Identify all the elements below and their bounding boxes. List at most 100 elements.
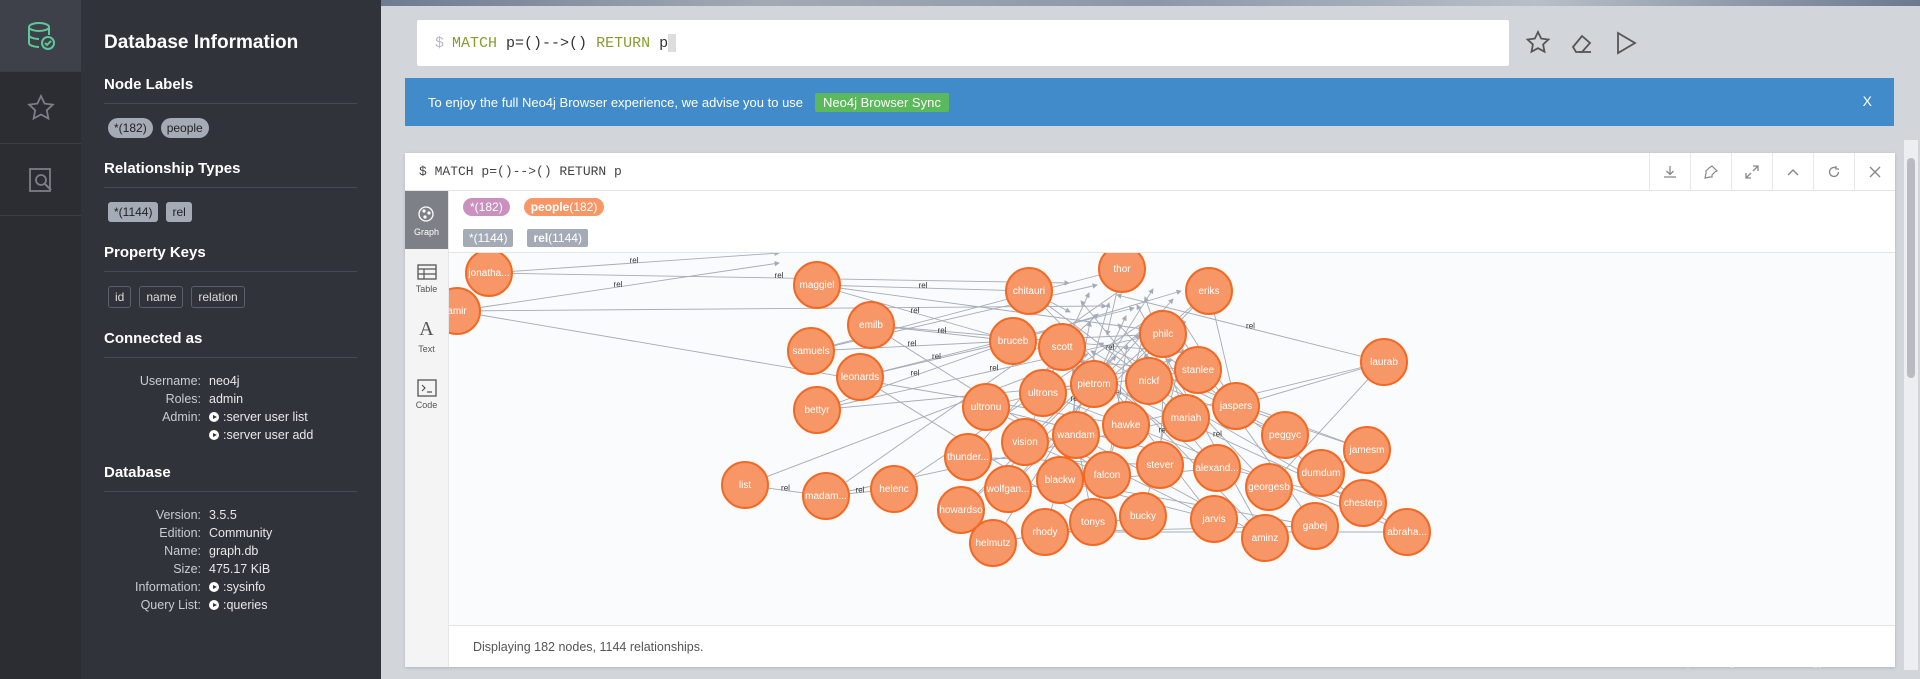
legend-label-people[interactable]: people(182) <box>523 197 605 216</box>
graph-node-label: wolfgan... <box>986 484 1030 495</box>
query-editor[interactable]: $ MATCH p=()-->() RETURN p <box>417 20 1509 66</box>
rerun-button[interactable] <box>1813 153 1854 191</box>
fullscreen-button[interactable] <box>1731 153 1772 191</box>
editor-keyword-match: MATCH <box>452 34 498 52</box>
roles-value: admin <box>209 392 244 406</box>
graph-node-label: blackw <box>1045 475 1076 486</box>
tab-code-label: Code <box>415 399 438 410</box>
server-user-list-link[interactable]: :server user list <box>209 408 308 426</box>
property-keys-heading: Property Keys <box>104 244 357 272</box>
rel-type-all[interactable]: *(1144) <box>108 202 159 222</box>
graph-node-label: falcon <box>1094 470 1121 481</box>
database-info-button[interactable] <box>0 0 81 72</box>
frame-actions <box>1649 153 1895 191</box>
graph-edge-label: rel <box>614 280 623 289</box>
server-user-add-link[interactable]: :server user add <box>209 426 313 444</box>
download-button[interactable] <box>1649 153 1690 191</box>
property-key-relation[interactable]: relation <box>191 286 245 308</box>
play-icon <box>209 430 219 440</box>
star-icon <box>26 93 55 120</box>
property-key-id[interactable]: id <box>108 286 132 308</box>
node-label-people[interactable]: people <box>160 118 209 138</box>
queries-link[interactable]: :queries <box>209 596 267 614</box>
rel-type-rel[interactable]: rel <box>166 202 192 222</box>
pin-button[interactable] <box>1690 153 1731 191</box>
property-keys-list: id name relation <box>108 286 357 308</box>
graph-svg[interactable]: rel rel rel rel rel rel rel rel rel rel rel rel rel r… <box>449 253 1895 625</box>
graph-node-label: georgesb <box>1248 482 1290 493</box>
editor-tail: p <box>659 34 669 52</box>
admin-label: Admin: <box>162 410 201 424</box>
sync-banner: To enjoy the full Neo4j Browser experien… <box>405 78 1894 126</box>
graph-status-text: Displaying 182 nodes, 1144 relationships… <box>473 639 704 654</box>
graph-node-label: thunder... <box>947 452 989 463</box>
graph-node-label: leonards <box>841 372 879 383</box>
refresh-icon <box>1828 166 1840 178</box>
banner-text: To enjoy the full Neo4j Browser experien… <box>428 94 804 110</box>
graph-node-label: peggyc <box>1269 430 1301 441</box>
graph-node-label: chesterp <box>1344 498 1383 509</box>
graph-edge[interactable] <box>456 303 1107 312</box>
close-icon <box>1869 166 1881 178</box>
main-scrollbar[interactable] <box>1904 140 1918 670</box>
graph-node-label: ultrons <box>1028 388 1058 399</box>
scrollbar-thumb[interactable] <box>1907 158 1915 378</box>
frame-header: $ MATCH p=()-->() RETURN p <box>405 153 1895 191</box>
edition-label: Edition: <box>159 526 201 540</box>
editor-cursor <box>668 34 677 52</box>
documents-button[interactable] <box>0 144 81 216</box>
graph-node-label: maggiel <box>799 280 834 291</box>
graph-edge-label: rel <box>938 326 947 335</box>
legend-rel-rel[interactable]: rel(1144) <box>527 228 588 247</box>
username-label: Username: <box>139 374 201 388</box>
frame-query[interactable]: $ MATCH p=()-->() RETURN p <box>419 164 622 179</box>
roles-label: Roles: <box>165 392 201 406</box>
tab-graph[interactable]: Graph <box>405 191 448 249</box>
graph-node-label: bruceb <box>998 336 1029 347</box>
banner-close-button[interactable]: X <box>1863 93 1872 109</box>
legend-rel-all[interactable]: *(1144) <box>463 228 514 247</box>
sysinfo-link[interactable]: :sysinfo <box>209 578 265 596</box>
node-label-all[interactable]: *(182) <box>108 118 153 138</box>
play-icon <box>209 412 219 422</box>
text-icon: A <box>419 318 434 340</box>
graph-node-label: samuels <box>792 346 829 357</box>
close-frame-button[interactable] <box>1854 153 1895 191</box>
favorite-star-icon[interactable] <box>1525 30 1551 56</box>
graph-node-label: nickf <box>1139 376 1160 387</box>
favorites-button[interactable] <box>0 72 81 144</box>
tab-text-label: Text <box>418 344 435 354</box>
view-tabs: Graph Table A Text Code <box>405 191 449 667</box>
property-key-name[interactable]: name <box>139 286 184 308</box>
graph-node-label: emilb <box>859 320 883 331</box>
information-label: Information: <box>134 580 201 594</box>
server-user-list-text: :server user list <box>223 410 308 424</box>
icon-sidebar <box>0 0 81 679</box>
node-labels-heading: Node Labels <box>104 76 357 104</box>
graph-icon <box>417 205 434 222</box>
graph-edge-label: rel <box>775 271 784 280</box>
querylist-label: Query List: <box>140 598 201 612</box>
tab-table[interactable]: Table <box>405 249 448 307</box>
legend-label-all[interactable]: *(182) <box>463 197 510 216</box>
graph-canvas[interactable]: rel rel rel rel rel rel rel rel rel rel rel rel rel r… <box>449 253 1895 625</box>
tab-graph-label: Graph <box>413 226 439 237</box>
graph-node-label: jonatha... <box>467 268 509 279</box>
eraser-icon[interactable] <box>1569 30 1595 56</box>
graph-node-label: pietrom <box>1077 379 1110 390</box>
browser-sync-button[interactable]: Neo4j Browser Sync <box>815 92 949 112</box>
graph-node-label: jarvis <box>1201 514 1225 525</box>
search-document-icon <box>28 167 52 192</box>
tab-text[interactable]: A Text <box>405 307 448 365</box>
graph-edge-label: rel <box>1106 343 1115 352</box>
graph-edge-label: rel <box>1213 430 1222 439</box>
graph-node-label: vision <box>1012 437 1038 448</box>
run-play-icon[interactable] <box>1613 30 1639 56</box>
graph-edge-label: rel <box>919 281 928 290</box>
legend-label-people-count: (182) <box>569 199 598 214</box>
collapse-button[interactable] <box>1772 153 1813 191</box>
tab-code[interactable]: Code <box>405 365 448 423</box>
graph-node-label: eriks <box>1198 286 1219 297</box>
graph-edge-label: rel <box>1246 322 1255 331</box>
graph-node-label: bucky <box>1130 511 1156 522</box>
